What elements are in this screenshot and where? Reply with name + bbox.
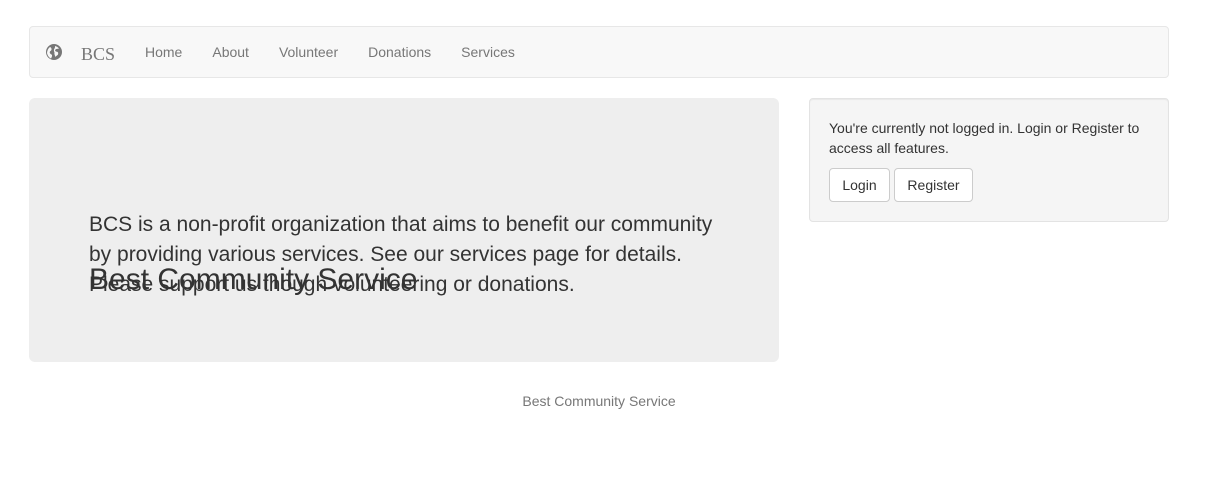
hero-description: BCS is a non-profit organization that ai… (89, 213, 713, 296)
nav-item-home[interactable]: Home (130, 27, 197, 77)
footer-text: Best Community Service (522, 393, 676, 409)
navbar-brand[interactable]: BCS (45, 27, 115, 77)
login-button[interactable]: Login (829, 168, 890, 202)
nav-item-services[interactable]: Services (446, 27, 530, 77)
auth-panel: You're currently not logged in. Login or… (809, 98, 1169, 222)
hero-jumbotron: Best Community Service BCS is a non-prof… (29, 98, 779, 362)
nav-item-about[interactable]: About (197, 27, 264, 77)
globe-icon (45, 43, 63, 61)
login-status-message: You're currently not logged in. Login or… (829, 120, 1140, 156)
top-navbar: BCS Home About Volunteer Donations Servi… (29, 26, 1169, 78)
nav-item-volunteer[interactable]: Volunteer (264, 27, 353, 77)
main-nav: Home About Volunteer Donations Services (130, 27, 530, 77)
nav-item-donations[interactable]: Donations (353, 27, 446, 77)
register-button[interactable]: Register (894, 168, 973, 202)
brand-name: BCS (81, 43, 116, 64)
